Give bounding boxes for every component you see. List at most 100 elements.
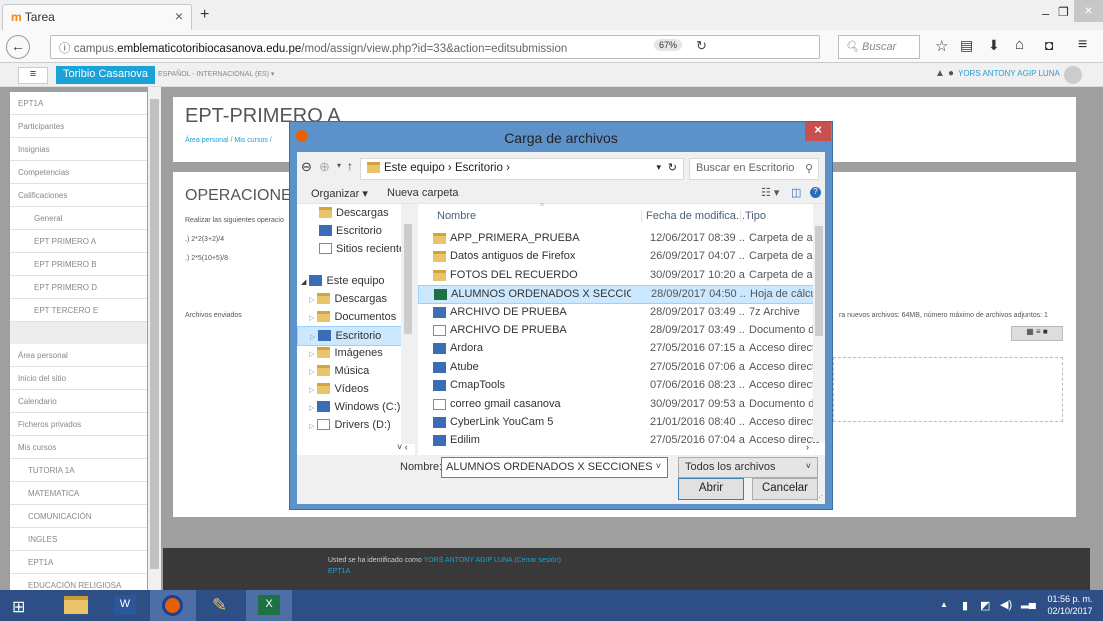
tree-item-descargas[interactable]: ▷ Descargas — [297, 290, 415, 310]
logout-link[interactable]: (Cerrar sesión) — [512, 557, 561, 564]
list-item[interactable]: correo gmail casanova 30/09/2017 09:53 a.… — [418, 396, 819, 414]
tree-item-windows-c[interactable]: ▷ Windows (C:) — [297, 398, 415, 418]
view-options-icon[interactable]: ☷ ▾ — [761, 186, 779, 199]
refresh-icon[interactable]: ↻ — [668, 161, 677, 174]
address-dropdown-icon[interactable]: ▾ — [656, 162, 661, 173]
tree-item-drivers-d[interactable]: ▷ Drivers (D:) — [297, 416, 415, 436]
sidebar-item-site-home[interactable]: Inicio del sitio — [10, 367, 147, 390]
sidebar-item-dashboard[interactable]: Área personal — [10, 344, 147, 367]
notification-icon[interactable]: ▲ — [935, 68, 945, 79]
minimize-icon[interactable]: – — [1042, 6, 1049, 21]
filename-input[interactable]: ALUMNOS ORDENADOS X SECCIONES ˅ — [441, 457, 668, 478]
cancel-button[interactable]: Cancelar — [752, 478, 818, 500]
tree-item-este-equipo[interactable]: ◢ Este equipo — [297, 272, 415, 292]
sidebar-item-ept-tercero-e[interactable]: EPT TERCERO E — [10, 299, 147, 322]
tree-hscroll-arrow-icon[interactable]: ˅ ‹ — [397, 442, 408, 452]
tree-item-descargas-fav[interactable]: Descargas — [297, 204, 415, 224]
tray-chevron-icon[interactable]: ▲ — [940, 600, 948, 609]
sidebar-item-calendar[interactable]: Calendario — [10, 390, 147, 413]
list-item[interactable]: Atube 27/05/2016 07:06 a... Acceso directo — [418, 359, 819, 377]
browser-search-input[interactable]: 🔍︎ Buscar — [838, 35, 920, 59]
home-icon[interactable]: ⌂ — [1015, 36, 1024, 53]
reading-list-icon[interactable]: ▤ — [960, 37, 973, 54]
user-menu[interactable]: YORS ANTONY AGIP LUNA — [958, 69, 1060, 78]
clock[interactable]: 01:56 p. m. 02/10/2017 — [1040, 593, 1100, 617]
folder-search-input[interactable]: Buscar en Escritorio ⚲ — [689, 158, 819, 180]
help-icon[interactable]: ? — [810, 187, 821, 198]
list-item[interactable]: CyberLink YouCam 5 21/01/2016 08:40 ... Ac… — [418, 414, 819, 432]
hamburger-button[interactable]: ≡ — [18, 67, 48, 84]
sidebar-item-ept-primero-a[interactable]: EPT PRIMERO A — [10, 230, 147, 253]
language-menu[interactable]: ESPAÑOL - INTERNACIONAL (ES) ▾ — [158, 70, 274, 78]
tree-item-recent-places[interactable]: Sitios recientes — [297, 240, 415, 260]
tree-scrollbar[interactable] — [401, 204, 415, 444]
sidebar-item-tutoria[interactable]: TUTORIA 1A — [10, 459, 147, 482]
list-item-selected[interactable]: ALUMNOS ORDENADOS X SECCIONES 28/09/2017 … — [418, 285, 820, 304]
tree-item-musica[interactable]: ▷ Música — [297, 362, 415, 382]
sidebar-item-ept-primero-b[interactable]: EPT PRIMERO B — [10, 253, 147, 276]
avatar[interactable] — [1064, 66, 1082, 84]
bookmark-star-icon[interactable]: ☆ — [935, 37, 948, 55]
column-date[interactable]: Fecha de modifica... — [641, 210, 745, 222]
sidebar-item-badges[interactable]: Insignias — [10, 138, 147, 161]
column-type[interactable]: Tipo — [740, 210, 766, 222]
signal-icon[interactable]: ▂▄ — [1021, 598, 1036, 609]
tree-item-documentos[interactable]: ▷ Documentos — [297, 308, 415, 328]
tab-close-icon[interactable]: × — [175, 8, 183, 24]
dialog-close-button[interactable]: × — [805, 122, 831, 141]
info-icon[interactable]: ⓘ — [59, 43, 74, 55]
address-bar[interactable]: Este equipo › Escritorio › ▾ ↻ — [360, 158, 684, 180]
tree-item-escritorio[interactable]: ▷ Escritorio — [297, 326, 415, 346]
list-item[interactable]: Edilim 27/05/2016 07:04 a... Acceso direct… — [418, 432, 819, 450]
sidebar-item-comunicacion[interactable]: COMUNICACIÓN — [10, 505, 147, 528]
sidebar-item-private-files[interactable]: Ficheros privados — [10, 413, 147, 436]
recent-locations-icon[interactable]: ▾ — [337, 161, 341, 170]
file-drop-zone[interactable] — [833, 357, 1063, 422]
start-button[interactable]: ⊞ — [0, 590, 46, 621]
list-item[interactable]: Datos antiguos de Firefox 26/09/2017 04:0… — [418, 248, 819, 266]
sidebar-item-ept1a[interactable]: EPT1A — [10, 92, 147, 115]
back-nav-icon[interactable]: ⊖ — [301, 159, 312, 175]
footer-user-link[interactable]: YORS ANTONY AGIP LUNA — [424, 557, 513, 564]
forward-nav-icon[interactable]: ⊕ — [319, 159, 330, 175]
sidebar-item-general[interactable]: General — [10, 207, 147, 230]
list-item[interactable]: APP_PRIMERA_PRUEBA 12/06/2017 08:39 ... Ca… — [418, 230, 819, 248]
taskbar-paint[interactable]: ✎ — [200, 590, 246, 621]
taskbar-word[interactable]: W — [104, 590, 150, 621]
battery-icon[interactable]: ▮ — [962, 599, 968, 612]
sidebar-item-ept-primero-d[interactable]: EPT PRIMERO D — [10, 276, 147, 299]
taskbar-firefox[interactable] — [150, 590, 196, 621]
reload-icon[interactable]: ↻ — [696, 38, 707, 54]
list-item[interactable]: ARCHIVO DE PRUEBA 28/09/2017 03:49 ... 7z … — [418, 304, 816, 322]
file-type-select[interactable]: Todos los archivos ˅ — [678, 457, 818, 478]
message-icon[interactable]: ● — [948, 68, 954, 79]
back-button[interactable]: ← — [6, 35, 30, 59]
taskbar-excel[interactable]: X — [246, 590, 292, 621]
tree-item-escritorio-fav[interactable]: Escritorio — [297, 222, 415, 242]
file-list-scrollbar[interactable] — [813, 204, 825, 442]
tree-item-imagenes[interactable]: ▷ Imágenes — [297, 344, 415, 364]
file-list-hscroll-arrow-icon[interactable]: › — [806, 442, 809, 452]
up-folder-icon[interactable]: ↑ — [347, 159, 353, 173]
site-name[interactable]: Toribio Casanova — [56, 66, 155, 84]
sidebar-item-my-courses[interactable]: Mis cursos — [10, 436, 147, 459]
close-window-button[interactable]: × — [1074, 0, 1103, 22]
volume-icon[interactable]: ◀) — [1000, 598, 1012, 611]
sidebar-scrollbar[interactable] — [148, 87, 161, 590]
organize-button[interactable]: Organizar ▾ — [311, 187, 368, 200]
sidebar-item-grades[interactable]: Calificaciones — [10, 184, 147, 207]
new-folder-button[interactable]: Nueva carpeta — [387, 187, 459, 199]
list-item[interactable]: Ardora 27/05/2016 07:15 a... Acceso direct… — [418, 340, 819, 358]
menu-icon[interactable]: ≡ — [1078, 36, 1087, 54]
tree-item-videos[interactable]: ▷ Vídeos — [297, 380, 415, 400]
download-icon[interactable]: ⬇ — [988, 37, 1000, 54]
list-item[interactable]: ARCHIVO DE PRUEBA 28/09/2017 03:49 ... Doc… — [418, 322, 819, 340]
sidebar-item-participants[interactable]: Participantes — [10, 115, 147, 138]
zoom-badge[interactable]: 67% — [654, 39, 683, 51]
new-tab-button[interactable]: + — [200, 6, 209, 24]
footer-course-link[interactable]: EPT1A — [328, 568, 350, 575]
view-toggle-buttons[interactable]: ▦ ≡ ■ — [1011, 326, 1063, 341]
taskbar-file-explorer[interactable] — [54, 590, 100, 621]
preview-pane-icon[interactable]: ◫ — [791, 186, 801, 199]
sidebar-item-competencies[interactable]: Competencias — [10, 161, 147, 184]
